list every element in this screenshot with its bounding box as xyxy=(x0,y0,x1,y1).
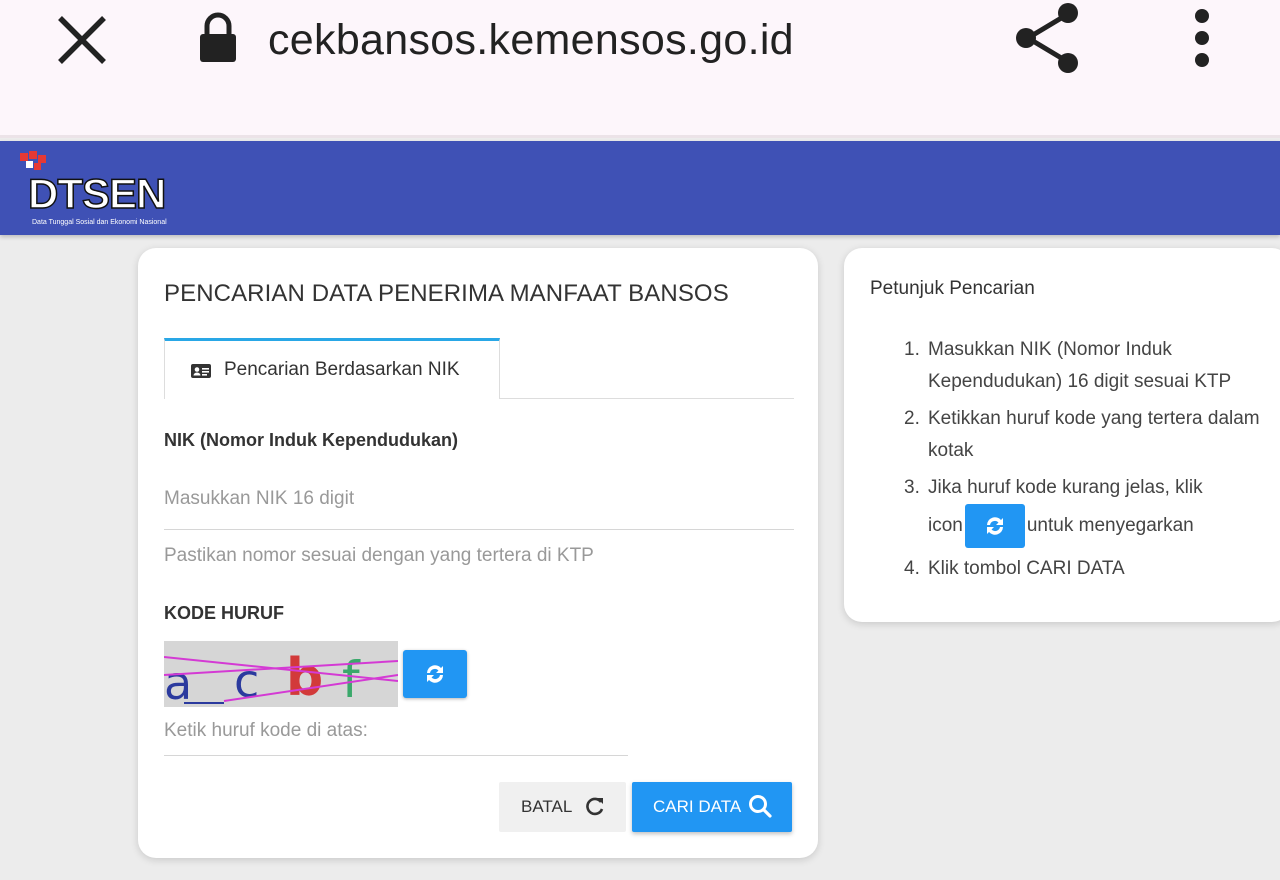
search-button[interactable]: CARI DATA xyxy=(632,782,792,832)
captcha-refresh-button[interactable] xyxy=(403,650,467,698)
guide-step-text: Masukkan NIK (Nomor Induk Kependudukan) … xyxy=(928,339,1232,392)
svg-text:b: b xyxy=(286,648,323,707)
tab-nik-search[interactable]: Pencarian Berdasarkan NIK xyxy=(164,338,500,399)
guide-step-icon-prefix: icon xyxy=(928,515,963,537)
page-title: PENCARIAN DATA PENERIMA MANFAAT BANSOS xyxy=(164,280,729,307)
guide-step-text: Jika huruf kode kurang jelas, klik xyxy=(928,477,1203,498)
nik-placeholder: Masukkan NIK 16 digit xyxy=(164,488,355,509)
site-header: DTSEN Data Tunggal Sosial dan Ekonomi Na… xyxy=(0,141,1280,235)
refresh-icon xyxy=(427,665,443,683)
logo-tagline: Data Tunggal Sosial dan Ekonomi Nasional xyxy=(32,219,167,226)
share-icon[interactable] xyxy=(1012,0,1084,76)
guide-step: 3. Jika huruf kode kurang jelas, klik ico… xyxy=(904,472,1264,548)
captcha-input[interactable]: Ketik huruf kode di atas: xyxy=(164,716,628,756)
nik-hint: Pastikan nomor sesuai dengan yang terter… xyxy=(164,545,594,566)
captcha-image: a c b f xyxy=(164,641,398,707)
captcha-label: KODE HURUF xyxy=(164,603,284,623)
dtsen-logo[interactable]: DTSEN Data Tunggal Sosial dan Ekonomi Na… xyxy=(20,151,190,229)
logo-text: DTSEN xyxy=(27,170,167,218)
svg-text:a: a xyxy=(164,656,192,707)
guide-step-text: Klik tombol CARI DATA xyxy=(928,558,1125,579)
lock-icon xyxy=(196,12,240,64)
address-bar-url[interactable]: cekbansos.kemensos.go.id xyxy=(268,14,794,66)
search-button-label: CARI DATA xyxy=(653,797,742,816)
tab-bar: Pencarian Berdasarkan NIK xyxy=(164,338,794,399)
close-icon[interactable] xyxy=(52,14,112,66)
inline-refresh-icon xyxy=(964,504,1025,548)
svg-text:f: f xyxy=(342,651,361,707)
browser-toolbar: cekbansos.kemensos.go.id xyxy=(0,0,1280,138)
search-guide-card: Petunjuk Pencarian 1. Masukkan NIK (Nomor… xyxy=(844,248,1280,622)
nik-input[interactable]: Masukkan NIK 16 digit xyxy=(164,480,794,530)
guide-step: 1. Masukkan NIK (Nomor Induk Kependudukan… xyxy=(904,339,1232,392)
cancel-button-label: BATAL xyxy=(521,797,573,816)
nik-label: NIK (Nomor Induk Kependudukan) xyxy=(164,430,458,450)
guide-step: 4. Klik tombol CARI DATA xyxy=(904,558,1125,579)
guide-step-text: Ketikkan huruf kode yang tertera dalam k… xyxy=(928,408,1260,461)
id-card-icon xyxy=(191,364,211,378)
reset-icon xyxy=(586,797,604,816)
cancel-button[interactable]: BATAL xyxy=(499,782,626,832)
search-card: PENCARIAN DATA PENERIMA MANFAAT BANSOS P… xyxy=(138,248,818,858)
captcha-placeholder: Ketik huruf kode di atas: xyxy=(164,720,368,741)
guide-step: 2. Ketikkan huruf kode yang tertera dalam… xyxy=(904,408,1260,461)
guide-title: Petunjuk Pencarian xyxy=(870,278,1035,299)
guide-step-text: untuk menyegarkan xyxy=(1026,515,1194,537)
search-icon xyxy=(749,795,772,818)
tab-nik-search-label: Pencarian Berdasarkan NIK xyxy=(224,359,460,380)
guide-steps: 1. Masukkan NIK (Nomor Induk Kependudukan… xyxy=(904,334,1264,590)
more-options-icon[interactable] xyxy=(1184,6,1220,70)
